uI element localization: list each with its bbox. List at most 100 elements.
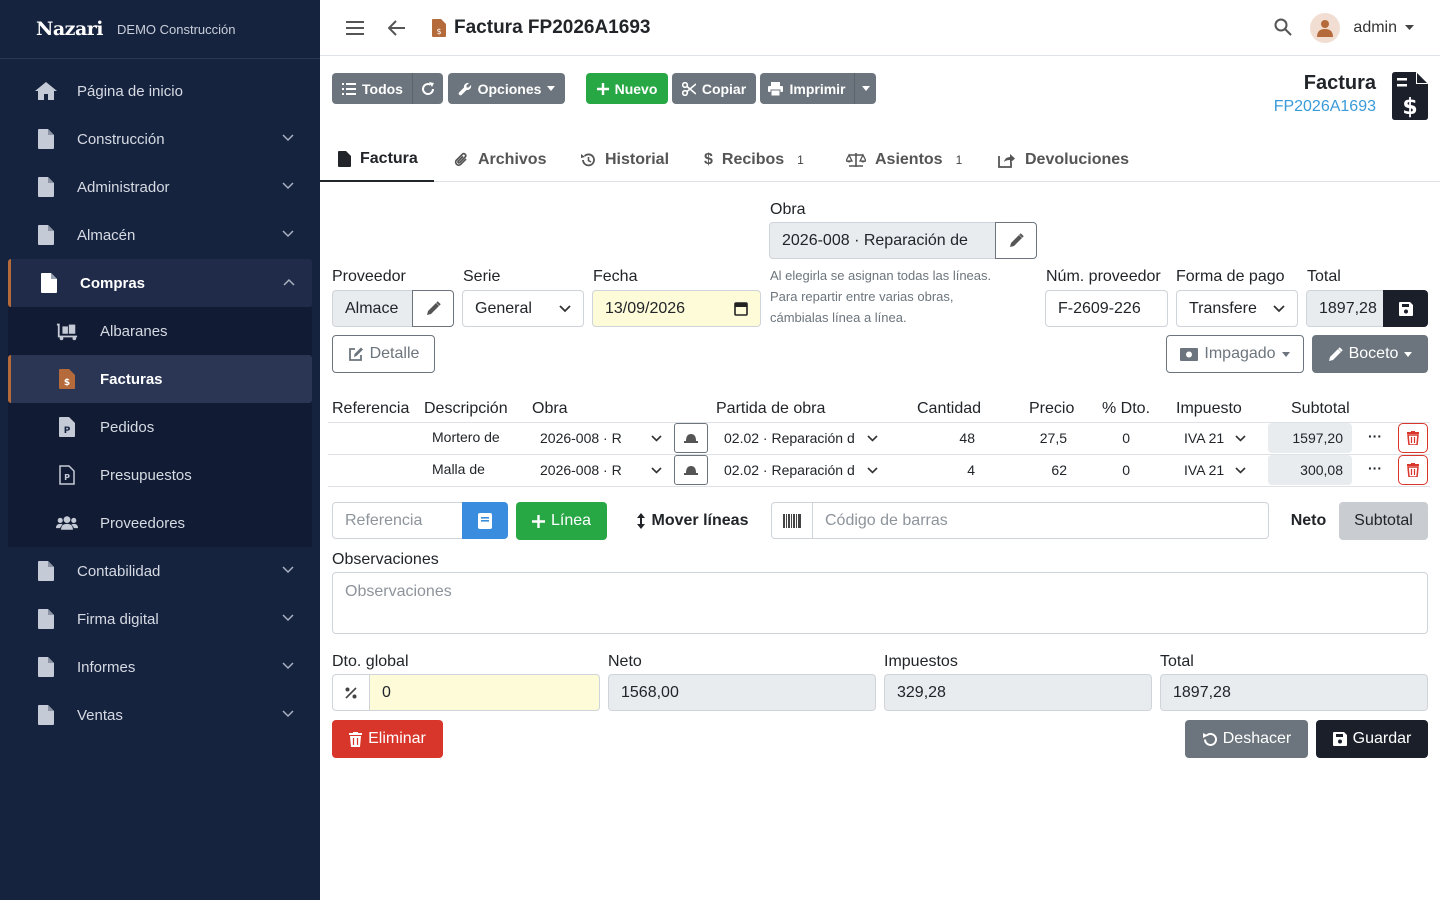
line-dto[interactable]: 0 — [1090, 462, 1130, 478]
nuevo-label: Nuevo — [614, 80, 658, 97]
sidebar-item-pedidos[interactable]: P Pedidos — [8, 403, 312, 451]
line-impuesto-select[interactable]: IVA 21 — [1184, 430, 1246, 446]
sidebar-item-proveedores[interactable]: Proveedores — [8, 499, 312, 547]
row-divider — [328, 486, 1430, 487]
add-linea-button[interactable]: Línea — [516, 502, 607, 540]
line-obra-select[interactable]: 2026-008 · R — [540, 430, 662, 446]
line-delete-button[interactable] — [1398, 423, 1428, 453]
file-icon — [37, 273, 61, 293]
proveedor-edit-button[interactable] — [412, 290, 454, 327]
eliminar-label: Eliminar — [368, 730, 426, 747]
boceto-button[interactable]: Boceto — [1312, 335, 1428, 373]
line-descripcion[interactable]: Mortero de — [432, 429, 522, 445]
tab-asientos[interactable]: Asientos 1 — [846, 138, 962, 182]
imprimir-dropdown[interactable] — [854, 73, 876, 104]
dto-global-input[interactable]: 0 — [369, 674, 600, 711]
line-obra-button[interactable] — [674, 423, 708, 453]
sidebar-item-informes[interactable]: Informes — [0, 643, 320, 691]
opciones-button[interactable]: Opciones — [448, 73, 565, 104]
numprov-input[interactable]: F-2609-226 — [1045, 290, 1168, 327]
line-descripcion[interactable]: Malla de — [432, 461, 522, 477]
tab-archivos[interactable]: Archivos — [454, 138, 546, 182]
nuevo-button[interactable]: Nuevo — [586, 73, 668, 104]
user-menu[interactable]: admin — [1353, 19, 1414, 37]
sidebar-item-administrador[interactable]: Administrador — [0, 163, 320, 211]
fecha-input[interactable]: 13/09/2026 — [592, 290, 761, 327]
more-icon[interactable]: ··· — [1368, 460, 1382, 476]
sidebar-item-albaranes[interactable]: Albaranes — [8, 307, 312, 355]
linea-label: Línea — [550, 512, 592, 529]
line-obra-button[interactable] — [674, 455, 708, 485]
chevron-down-icon — [282, 566, 294, 574]
total-final-label: Total — [1160, 653, 1194, 670]
sidebar-item-label: Contabilidad — [77, 562, 161, 580]
more-icon[interactable]: ··· — [1368, 428, 1382, 444]
eliminar-button[interactable]: Eliminar — [332, 720, 443, 758]
sidebar-item-contabilidad[interactable]: Contabilidad — [0, 547, 320, 595]
neto-toggle[interactable]: Neto — [1278, 502, 1339, 540]
obra-field[interactable]: 2026-008 · Reparación de — [769, 222, 996, 259]
line-partida-select[interactable]: 02.02 · Reparación d — [724, 430, 878, 446]
menu-icon[interactable] — [346, 20, 364, 35]
barcode-input[interactable]: Código de barras — [812, 502, 1269, 539]
sidebar-item-label: Pedidos — [100, 418, 155, 436]
mover-lineas-button[interactable]: Mover líneas — [624, 502, 760, 540]
imprimir-button[interactable]: Imprimir — [760, 73, 854, 104]
serie-select[interactable]: General — [462, 290, 584, 327]
line-precio[interactable]: 27,5 — [1000, 430, 1067, 446]
proveedor-field[interactable]: Almace — [332, 290, 413, 327]
line-delete-button[interactable] — [1398, 455, 1428, 485]
sidebar-item-almacen[interactable]: Almacén — [0, 211, 320, 259]
line-obra-select[interactable]: 2026-008 · R — [540, 462, 662, 478]
subtotal-toggle[interactable]: Subtotal — [1339, 502, 1428, 540]
impagado-button[interactable]: Impagado — [1166, 335, 1304, 373]
obra-edit-button[interactable] — [995, 222, 1037, 259]
sidebar-item-compras[interactable]: Compras — [8, 259, 312, 307]
sidebar-item-home[interactable]: Página de inicio — [0, 67, 320, 115]
search-icon[interactable] — [1274, 18, 1292, 36]
guardar-label: Guardar — [1352, 730, 1412, 747]
referencia-search-button[interactable] — [462, 502, 508, 539]
barcode-placeholder: Código de barras — [825, 511, 948, 529]
neto-label: Neto — [608, 653, 642, 670]
brand-logo[interactable]: Nazari — [36, 18, 104, 40]
save-icon — [1332, 732, 1347, 746]
back-arrow-icon[interactable] — [388, 19, 406, 36]
line-partida-select[interactable]: 02.02 · Reparación d — [724, 462, 878, 478]
sidebar-item-construccion[interactable]: Construcción — [0, 115, 320, 163]
row-divider — [328, 454, 1430, 455]
line-dto[interactable]: 0 — [1090, 430, 1130, 446]
guardar-button[interactable]: Guardar — [1316, 720, 1428, 758]
line-precio[interactable]: 62 — [1000, 462, 1067, 478]
referencia-input[interactable]: Referencia — [332, 502, 463, 539]
formapago-select[interactable]: Transfere — [1176, 290, 1298, 327]
copiar-button[interactable]: Copiar — [672, 73, 756, 104]
neto-field: 1568,00 — [608, 674, 876, 711]
tab-badge: 1 — [955, 153, 963, 167]
detalle-button[interactable]: Detalle — [332, 335, 435, 373]
line-cantidad[interactable]: 4 — [900, 462, 975, 478]
sidebar-item-facturas[interactable]: $ Facturas — [8, 355, 312, 403]
line-cantidad[interactable]: 48 — [900, 430, 975, 446]
sidebar-item-firma[interactable]: Firma digital — [0, 595, 320, 643]
trash-icon — [1407, 463, 1419, 477]
line-subtotal: 1597,20 — [1268, 423, 1352, 453]
observaciones-textarea[interactable]: Observaciones — [332, 572, 1428, 634]
sidebar-item-label: Almacén — [77, 226, 136, 244]
topbar: $ Factura FP2026A1693 admin — [320, 0, 1440, 56]
sidebar-item-ventas[interactable]: Ventas — [0, 691, 320, 739]
tab-factura[interactable]: Factura — [320, 138, 434, 182]
file-p-icon: P — [56, 417, 78, 437]
sidebar-item-presupuestos[interactable]: P Presupuestos — [8, 451, 312, 499]
tab-historial[interactable]: Historial — [580, 138, 669, 182]
tab-label: Asientos — [875, 151, 943, 168]
subtotal-toggle-label: Subtotal — [1354, 512, 1413, 529]
total-save-button[interactable] — [1383, 290, 1428, 327]
avatar[interactable] — [1310, 13, 1340, 43]
deshacer-button[interactable]: Deshacer — [1185, 720, 1308, 758]
document-number[interactable]: FP2026A1693 — [1274, 98, 1376, 116]
tab-devoluciones[interactable]: Devoluciones — [998, 138, 1129, 182]
tab-recibos[interactable]: $ Recibos 1 — [704, 138, 804, 182]
line-impuesto-select[interactable]: IVA 21 — [1184, 462, 1246, 478]
refresh-button[interactable] — [412, 73, 443, 104]
